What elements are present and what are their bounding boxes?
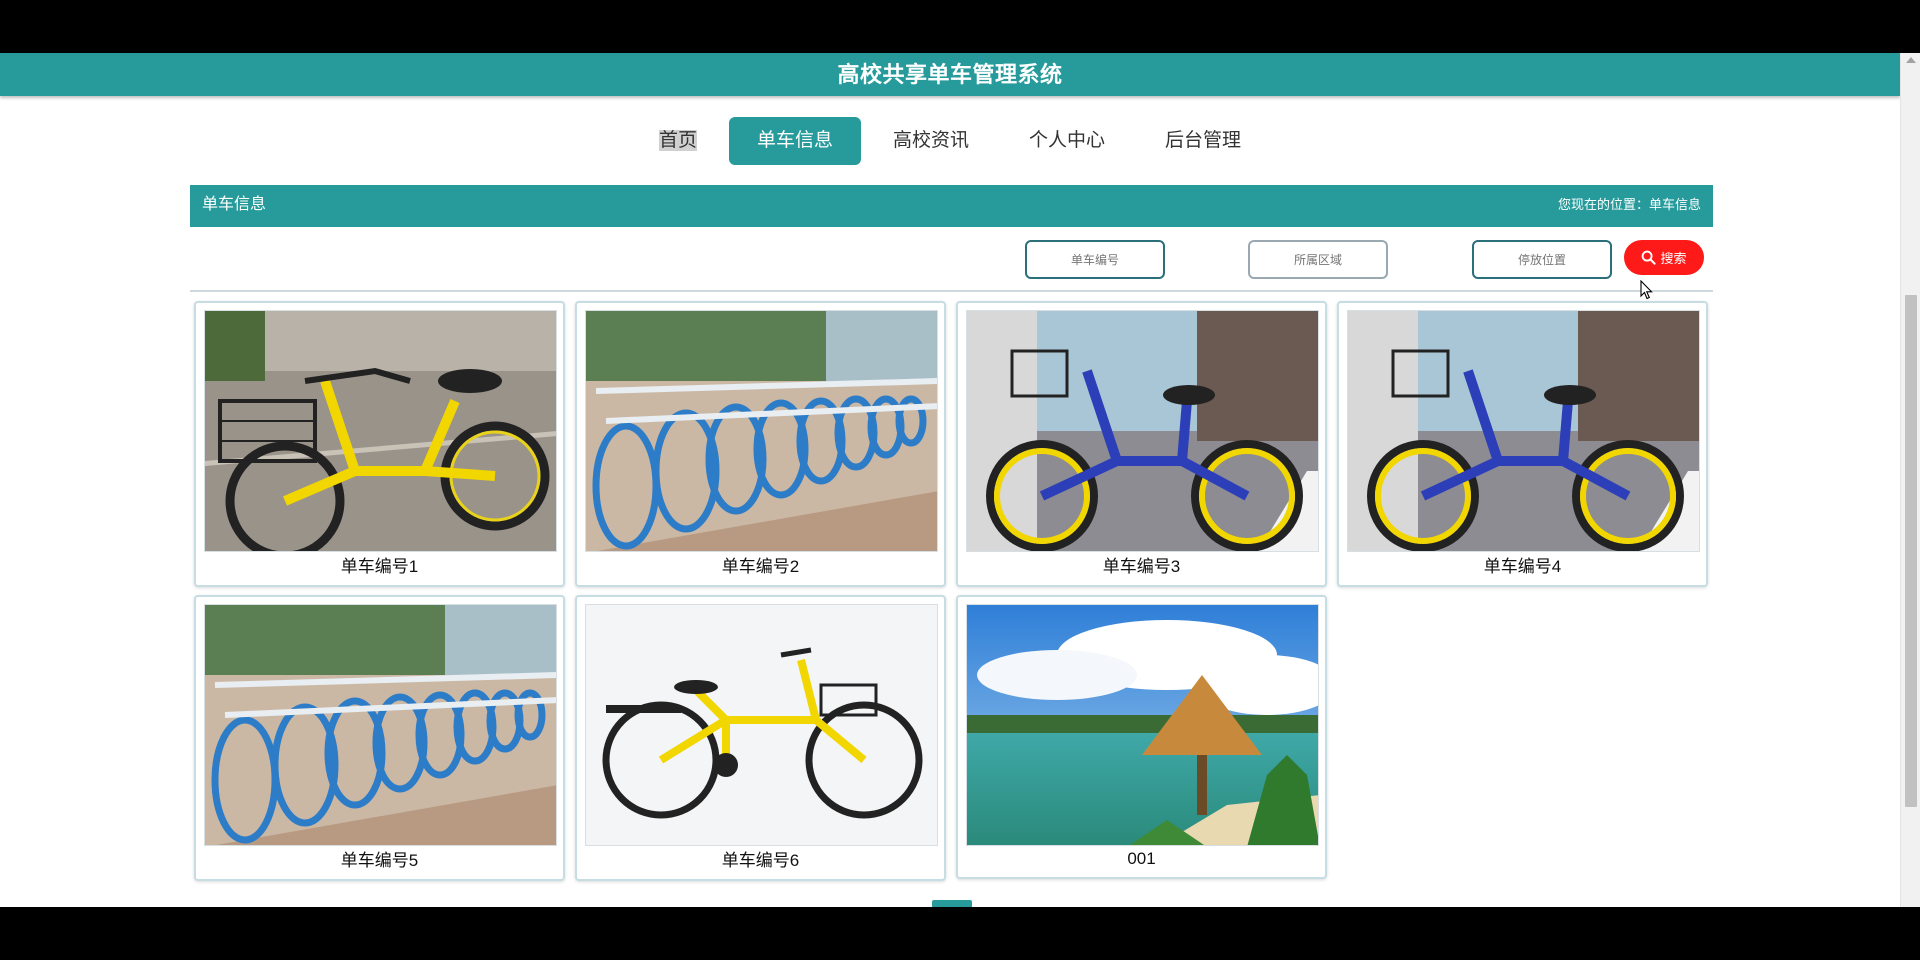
nav-home-highlight: 首页: [658, 130, 697, 151]
app-title: 高校共享单车管理系统: [837, 62, 1063, 87]
yellow-bike-white-bg-image: [586, 605, 937, 845]
app-title-bar: 高校共享单车管理系统: [0, 53, 1900, 96]
section-header: 单车信息 您现在的位置：单车信息: [190, 185, 1713, 227]
search-bar: 搜索: [190, 237, 1713, 287]
bike-card[interactable]: 单车编号5: [194, 595, 565, 881]
mouse-cursor-icon: [1640, 280, 1653, 300]
blue-bike-parked-image: [1348, 311, 1699, 551]
bike-image[interactable]: [204, 604, 557, 846]
vertical-scrollbar[interactable]: [1900, 53, 1920, 907]
bike-card[interactable]: 单车编号4: [1337, 301, 1708, 587]
bike-card-label: 单车编号6: [721, 851, 800, 870]
search-button[interactable]: 搜索: [1624, 240, 1704, 275]
section-title: 单车信息: [202, 196, 267, 213]
bike-card-label: 单车编号5: [340, 851, 419, 870]
bike-image[interactable]: [585, 604, 938, 846]
bike-image[interactable]: [585, 310, 938, 552]
bike-image[interactable]: [966, 310, 1319, 552]
nav-item-personal-center[interactable]: 个人中心: [1001, 117, 1133, 165]
search-icon: [1642, 250, 1657, 265]
scrollbar-thumb[interactable]: [1905, 295, 1917, 807]
bike-card-label: 单车编号4: [1483, 557, 1562, 576]
bike-image[interactable]: [966, 604, 1319, 846]
breadcrumb-current[interactable]: 单车信息: [1649, 197, 1701, 212]
blue-bike-row-image: [586, 311, 937, 551]
pagination-indicator[interactable]: [932, 900, 972, 907]
bike-card-label: 单车编号2: [721, 557, 800, 576]
bike-card[interactable]: 单车编号6: [575, 595, 946, 881]
search-button-label: 搜索: [1660, 251, 1687, 266]
tropical-beach-image: [967, 605, 1318, 845]
bike-card[interactable]: 001: [956, 595, 1327, 879]
bike-card[interactable]: 单车编号2: [575, 301, 946, 587]
bike-number-input[interactable]: [1025, 240, 1165, 279]
nav-item-admin[interactable]: 后台管理: [1137, 117, 1269, 165]
bike-card-label: 001: [1127, 849, 1156, 868]
browser-viewport: 高校共享单车管理系统 首页 单车信息 高校资讯 个人中心 后台管理 单车信息 您…: [0, 53, 1920, 907]
search-divider: [190, 290, 1713, 292]
blue-bike-parked-image: [967, 311, 1318, 551]
blue-bike-row-image: [205, 605, 556, 845]
bike-card[interactable]: 单车编号1: [194, 301, 565, 587]
main-nav: 首页 单车信息 高校资讯 个人中心 后台管理: [0, 116, 1900, 166]
bike-card[interactable]: 单车编号3: [956, 301, 1327, 587]
breadcrumb: 您现在的位置：单车信息: [1558, 185, 1701, 225]
breadcrumb-prefix: 您现在的位置：: [1557, 197, 1649, 212]
area-input[interactable]: [1248, 240, 1388, 279]
nav-item-home[interactable]: 首页: [631, 117, 725, 165]
scroll-up-arrow-icon[interactable]: [1906, 57, 1916, 63]
yellow-bike-image: [205, 311, 556, 551]
parking-location-input[interactable]: [1472, 240, 1612, 279]
bike-image[interactable]: [1347, 310, 1700, 552]
bike-card-label: 单车编号1: [340, 557, 419, 576]
bike-image[interactable]: [204, 310, 557, 552]
nav-item-bike-info[interactable]: 单车信息: [728, 117, 861, 165]
nav-item-campus-news[interactable]: 高校资讯: [865, 117, 997, 165]
bike-card-label: 单车编号3: [1102, 557, 1181, 576]
